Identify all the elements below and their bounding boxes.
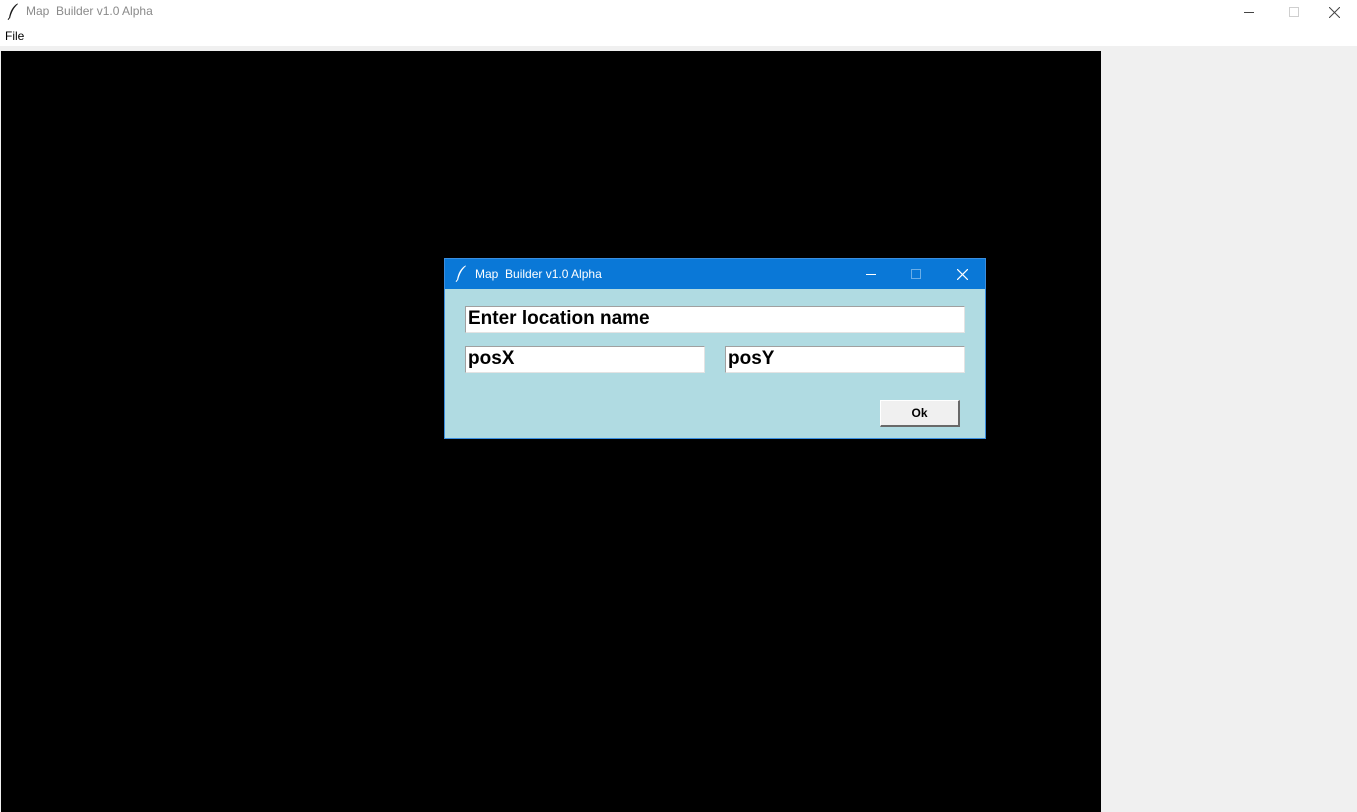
- dialog-title-bar[interactable]: Map Builder v1.0 Alpha: [445, 259, 985, 289]
- maximize-icon: [911, 269, 921, 279]
- minimize-icon: [866, 274, 876, 275]
- minimize-button[interactable]: [1226, 0, 1272, 24]
- dialog-maximize-button[interactable]: [893, 259, 939, 289]
- side-panel: [1101, 51, 1357, 812]
- close-icon: [1328, 6, 1340, 18]
- dialog-minimize-button[interactable]: [848, 259, 894, 289]
- location-name-input[interactable]: Enter location name: [465, 306, 965, 333]
- pos-y-input[interactable]: posY: [725, 346, 965, 373]
- dialog-title: Map Builder v1.0 Alpha: [475, 267, 602, 281]
- close-icon: [956, 268, 968, 280]
- location-dialog: Map Builder v1.0 Alpha Enter location na…: [444, 258, 986, 439]
- close-button[interactable]: [1311, 0, 1357, 24]
- window-title: Map Builder v1.0 Alpha: [26, 4, 153, 18]
- pos-x-input[interactable]: posX: [465, 346, 705, 373]
- main-window: Map Builder v1.0 Alpha File Map Builder …: [0, 0, 1357, 812]
- title-bar[interactable]: Map Builder v1.0 Alpha: [0, 0, 1357, 24]
- maximize-icon: [1289, 7, 1299, 17]
- menu-file[interactable]: File: [5, 29, 24, 43]
- feather-icon: [455, 265, 467, 283]
- feather-icon: [7, 3, 19, 21]
- menu-bar: File: [0, 24, 1357, 46]
- minimize-icon: [1244, 12, 1254, 13]
- ok-button[interactable]: Ok: [880, 400, 960, 427]
- dialog-close-button[interactable]: [939, 259, 985, 289]
